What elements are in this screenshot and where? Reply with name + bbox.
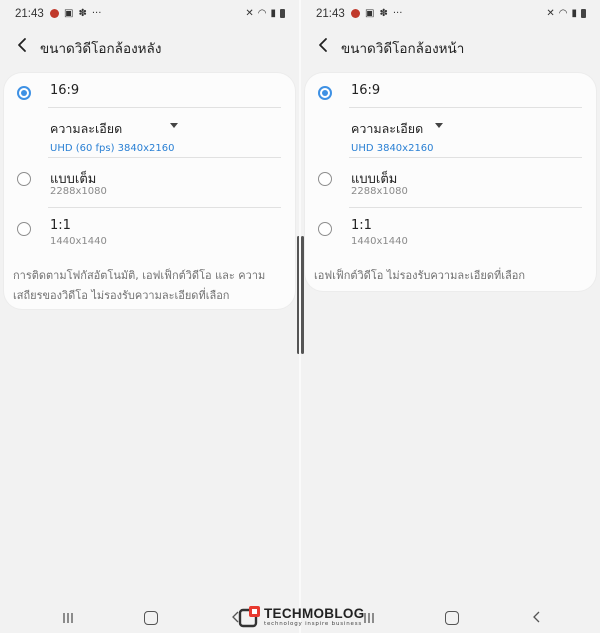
option-full[interactable]: แบบเต็ม 2288x1080 [4,158,295,207]
option-resolution: 1440x1440 [50,236,107,247]
scrollbar[interactable] [301,236,304,354]
signal-icon: ▮ [571,8,577,19]
dropdown-caret-icon [435,123,443,128]
system-icons: ✕ ◠ ▮ [546,8,586,19]
resolution-value: UHD 3840x2160 [351,143,434,154]
mute-icon: ✕ [546,8,555,19]
front-camera-video-size-screen: 21:43 ▣ ✽ ··· ✕ ◠ ▮ ขนาดวิดีโอกล้องหน้า … [301,0,600,633]
resolution-dropdown[interactable]: ความละเอียด UHD 3840x2160 [351,119,443,154]
resolution-value: UHD (60 fps) 3840x2160 [50,143,175,154]
option-label: 16:9 [50,83,80,98]
radio-selected-icon[interactable] [17,86,31,100]
logo-brand: TECHMOBLOG [264,606,365,621]
battery-icon [280,9,285,18]
nav-back-icon[interactable] [531,611,543,623]
logo-mark-icon [238,606,260,628]
video-size-options-card: 16:9 ความละเอียด UHD (60 fps) 3840x2160 … [4,73,295,309]
option-full[interactable]: แบบเต็ม 2288x1080 [305,158,596,207]
back-arrow-icon[interactable] [313,34,335,56]
status-bar: 21:43 ▣ ✽ ··· ✕ ◠ ▮ [301,0,600,28]
assistant-icon: ✽ [379,8,388,19]
app-bar: ขนาดวิดีโอกล้องหลัง [0,28,299,64]
more-notifications-icon: ··· [91,8,102,19]
option-resolution: 1440x1440 [351,236,408,247]
battery-icon [581,9,586,18]
radio-icon[interactable] [17,172,31,186]
mute-icon: ✕ [245,8,254,19]
option-1-1[interactable]: 1:1 1440x1440 [305,208,596,257]
option-label: 1:1 [50,218,71,233]
unsupported-features-note: เอฟเฟ็กต์วิดีโอ ไม่รองรับความละเอียดที่เ… [314,269,525,282]
app-notification-icon [50,9,59,18]
techmoblog-logo: TECHMOBLOG technology inspire business [238,605,378,631]
page-title: ขนาดวิดีโอกล้องหลัง [40,41,162,57]
option-label: 1:1 [351,218,372,233]
option-label: 16:9 [351,83,381,98]
notification-icons: ▣ ✽ ··· [50,8,101,19]
wifi-icon: ◠ [257,8,267,19]
image-icon: ▣ [365,8,375,19]
image-icon: ▣ [64,8,74,19]
signal-icon: ▮ [270,8,276,19]
radio-icon[interactable] [318,222,332,236]
more-notifications-icon: ··· [392,8,403,19]
logo-tagline: technology inspire business [264,621,363,627]
recent-apps-icon[interactable] [62,612,74,624]
app-bar: ขนาดวิดีโอกล้องหน้า [301,28,600,64]
wifi-icon: ◠ [558,8,568,19]
dropdown-caret-icon [170,123,178,128]
status-time: 21:43 [316,8,345,20]
status-bar: 21:43 ▣ ✽ ··· ✕ ◠ ▮ [0,0,299,28]
resolution-label: ความละเอียด [50,121,123,136]
rear-camera-video-size-screen: 21:43 ▣ ✽ ··· ✕ ◠ ▮ ขนาดวิดีโอกล้องหลัง … [0,0,299,633]
radio-icon[interactable] [318,172,332,186]
notification-icons: ▣ ✽ ··· [351,8,402,19]
home-icon[interactable] [144,611,158,625]
home-icon[interactable] [445,611,459,625]
system-icons: ✕ ◠ ▮ [245,8,285,19]
assistant-icon: ✽ [78,8,87,19]
status-time: 21:43 [15,8,44,20]
resolution-label: ความละเอียด [351,121,424,136]
radio-icon[interactable] [17,222,31,236]
video-size-options-card: 16:9 ความละเอียด UHD 3840x2160 แบบเต็ม 2… [305,73,596,291]
back-arrow-icon[interactable] [12,34,34,56]
resolution-dropdown[interactable]: ความละเอียด UHD (60 fps) 3840x2160 [50,119,178,154]
option-resolution: 2288x1080 [50,186,107,197]
option-resolution: 2288x1080 [351,186,408,197]
page-title: ขนาดวิดีโอกล้องหน้า [341,41,465,57]
app-notification-icon [351,9,360,18]
unsupported-features-note: การติดตามโฟกัสอัตโนมัติ, เอฟเฟ็กต์วิดีโอ… [13,269,266,302]
radio-selected-icon[interactable] [318,86,332,100]
option-1-1[interactable]: 1:1 1440x1440 [4,208,295,257]
divider [48,107,281,108]
divider [349,107,582,108]
